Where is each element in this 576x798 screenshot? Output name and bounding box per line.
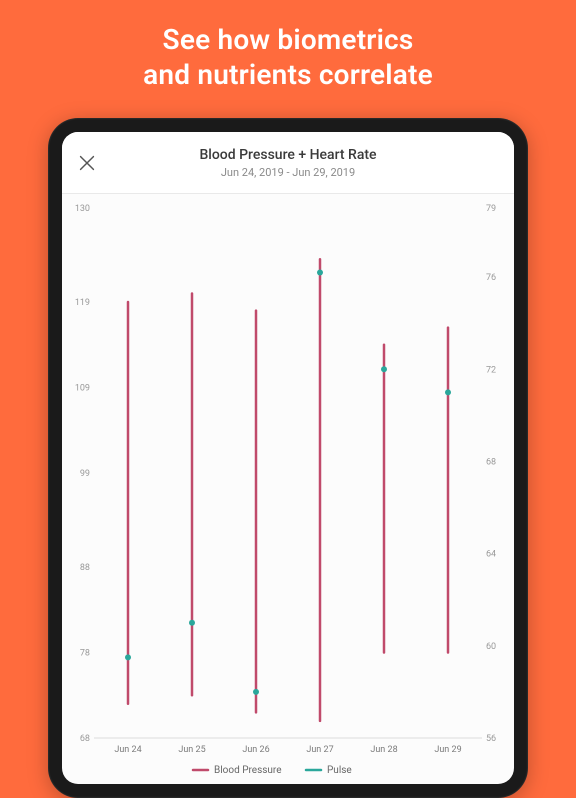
y-left-tick: 68 <box>80 734 90 744</box>
headline-line-2: and nutrients correlate <box>143 58 433 91</box>
tablet-frame: Blood Pressure + Heart Rate Jun 24, 2019… <box>48 118 528 798</box>
tablet-screen: Blood Pressure + Heart Rate Jun 24, 2019… <box>62 132 514 784</box>
x-tick: Jun 27 <box>306 745 333 755</box>
chart-header: Blood Pressure + Heart Rate Jun 24, 2019… <box>62 132 514 194</box>
chart-svg: 68 78 88 99 109 119 130 56 60 64 68 72 76 79 Jun 24 Jun… <box>62 194 514 784</box>
pulse-point <box>125 654 131 660</box>
chart-date-range: Jun 24, 2019 - Jun 29, 2019 <box>199 166 376 179</box>
chart-area: 68 78 88 99 109 119 130 56 60 64 68 72 76 79 Jun 24 Jun… <box>62 194 514 784</box>
x-tick: Jun 25 <box>178 745 205 755</box>
pulse-point <box>445 389 451 395</box>
close-button[interactable] <box>76 152 98 174</box>
pulse-point <box>317 270 323 276</box>
y-left-tick: 99 <box>80 469 90 479</box>
y-left-tick: 78 <box>80 649 90 659</box>
y-right-tick: 56 <box>486 734 496 744</box>
chart-title: Blood Pressure + Heart Rate <box>199 147 376 163</box>
legend-bp-label: Blood Pressure <box>214 765 282 776</box>
legend-pulse-label: Pulse <box>327 765 352 776</box>
marketing-headline: See how biometrics and nutrients correla… <box>0 0 576 110</box>
y-left-tick: 119 <box>75 298 90 308</box>
y-right-tick: 68 <box>486 457 496 467</box>
headline-line-1: See how biometrics <box>163 23 414 56</box>
y-right-tick: 76 <box>486 273 496 283</box>
x-tick: Jun 24 <box>114 745 141 755</box>
y-right-tick: 79 <box>486 204 496 214</box>
pulse-point <box>253 689 259 695</box>
pulse-point <box>189 620 195 626</box>
x-tick: Jun 28 <box>370 745 397 755</box>
y-left-tick: 88 <box>80 563 90 573</box>
chart-title-block: Blood Pressure + Heart Rate Jun 24, 2019… <box>199 147 376 179</box>
pulse-point <box>381 366 387 372</box>
y-left-tick: 109 <box>75 384 90 394</box>
y-right-tick: 64 <box>486 550 496 560</box>
x-tick: Jun 26 <box>242 745 269 755</box>
y-left-tick: 130 <box>75 204 90 214</box>
x-tick: Jun 29 <box>434 745 461 755</box>
y-right-tick: 60 <box>486 642 496 652</box>
y-right-tick: 72 <box>486 365 496 375</box>
close-icon <box>76 152 98 174</box>
